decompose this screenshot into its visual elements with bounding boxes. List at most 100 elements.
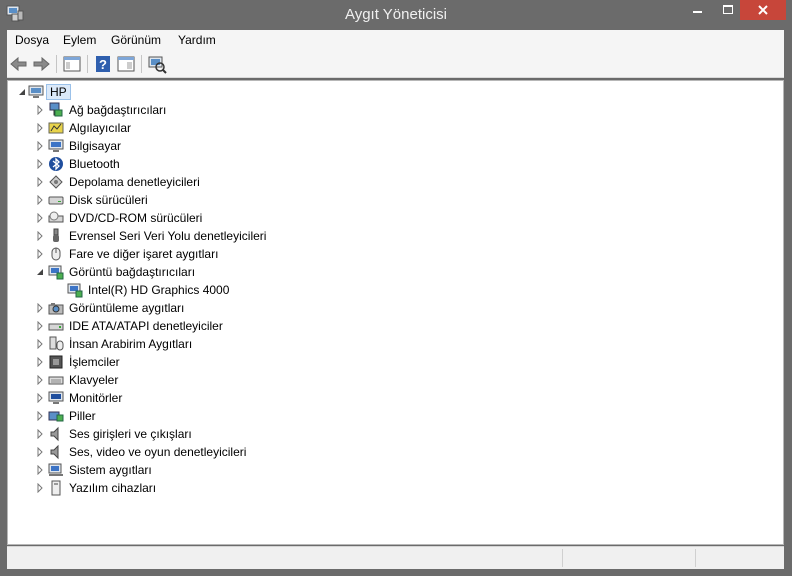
tree-item[interactable]: İnsan Arabirim Aygıtları bbox=[8, 335, 768, 353]
tree-item[interactable]: Disk sürücüleri bbox=[8, 191, 768, 209]
expand-triangle-icon[interactable] bbox=[35, 123, 45, 133]
system-device-icon bbox=[48, 463, 63, 476]
tree-item[interactable]: Yazılım cihazları bbox=[8, 479, 768, 497]
tree-item[interactable]: Fare ve diğer işaret aygıtları bbox=[8, 245, 768, 263]
expand-triangle-icon[interactable] bbox=[35, 321, 45, 331]
expand-triangle-icon[interactable] bbox=[35, 159, 45, 169]
tree-item-label[interactable]: Disk sürücüleri bbox=[69, 193, 148, 207]
tree-root-row[interactable]: HP bbox=[8, 83, 768, 101]
tree-item[interactable]: Piller bbox=[8, 407, 768, 425]
menu-gorunum[interactable]: Görünüm bbox=[111, 33, 161, 47]
tree-item[interactable]: Görüntü bağdaştırıcıları bbox=[8, 263, 768, 281]
expand-triangle-icon[interactable] bbox=[35, 105, 45, 115]
expand-triangle-icon[interactable] bbox=[35, 375, 45, 385]
minimize-button[interactable] bbox=[680, 0, 716, 20]
tree-item[interactable]: IDE ATA/ATAPI denetleyiciler bbox=[8, 317, 768, 335]
expand-triangle-icon[interactable] bbox=[35, 465, 45, 475]
tree-item-label[interactable]: Evrensel Seri Veri Yolu denetleyicileri bbox=[69, 229, 266, 243]
title-bar[interactable]: Aygıt Yöneticisi bbox=[0, 0, 792, 30]
expand-triangle-icon[interactable] bbox=[35, 249, 45, 259]
toolbar-separator bbox=[56, 55, 57, 73]
maximize-icon bbox=[723, 5, 733, 14]
toolbar: ? bbox=[7, 50, 784, 78]
tree-item[interactable]: Ses girişleri ve çıkışları bbox=[8, 425, 768, 443]
svg-text:?: ? bbox=[99, 57, 107, 72]
tree-root-label[interactable]: HP bbox=[46, 84, 71, 100]
tree-item-label[interactable]: Bilgisayar bbox=[69, 139, 121, 153]
tree-child-label[interactable]: Intel(R) HD Graphics 4000 bbox=[88, 283, 229, 297]
expand-triangle-icon[interactable] bbox=[35, 411, 45, 421]
scan-hardware-changes-icon[interactable] bbox=[147, 54, 167, 74]
tree-item[interactable]: Ağ bağdaştırıcıları bbox=[8, 101, 768, 119]
tree-item[interactable]: Klavyeler bbox=[8, 371, 768, 389]
expand-triangle-icon[interactable] bbox=[35, 339, 45, 349]
ide-controller-icon bbox=[48, 323, 64, 331]
usb-icon bbox=[53, 228, 59, 242]
expand-triangle-icon[interactable] bbox=[35, 231, 45, 241]
tree-item-label[interactable]: Ağ bağdaştırıcıları bbox=[69, 103, 166, 117]
tree-item[interactable]: Sistem aygıtları bbox=[8, 461, 768, 479]
tree-item[interactable]: Bilgisayar bbox=[8, 137, 768, 155]
expand-triangle-icon[interactable] bbox=[35, 483, 45, 493]
toolbar-separator bbox=[87, 55, 88, 73]
tree-item-label[interactable]: Bluetooth bbox=[69, 157, 120, 171]
toolbar-separator bbox=[141, 55, 142, 73]
tree-item-label[interactable]: Sistem aygıtları bbox=[69, 463, 152, 477]
tree-item[interactable]: Görüntüleme aygıtları bbox=[8, 299, 768, 317]
tree-child-item[interactable]: Intel(R) HD Graphics 4000 bbox=[8, 281, 768, 299]
maximize-button[interactable] bbox=[716, 0, 740, 20]
close-icon bbox=[758, 5, 768, 15]
tree-item-label[interactable]: Ses, video ve oyun denetleyicileri bbox=[69, 445, 246, 459]
tree-item-label[interactable]: İnsan Arabirim Aygıtları bbox=[69, 337, 192, 351]
show-hide-console-tree-icon[interactable] bbox=[62, 54, 82, 74]
tree-item-label[interactable]: Görüntü bağdaştırıcıları bbox=[69, 265, 195, 279]
tree-item[interactable]: Algılayıcılar bbox=[8, 119, 768, 137]
expand-triangle-icon[interactable] bbox=[35, 213, 45, 223]
menu-eylem[interactable]: Eylem bbox=[63, 33, 96, 47]
window-title: Aygıt Yöneticisi bbox=[344, 6, 447, 23]
tree-item-label[interactable]: Depolama denetleyicileri bbox=[69, 175, 200, 189]
collapse-triangle-icon[interactable] bbox=[17, 87, 27, 97]
tree-item-label[interactable]: İşlemciler bbox=[69, 355, 120, 369]
collapse-triangle-icon[interactable] bbox=[35, 267, 45, 277]
tree-item-label[interactable]: Piller bbox=[69, 409, 96, 423]
disk-drive-icon bbox=[48, 196, 64, 205]
expand-triangle-icon[interactable] bbox=[35, 357, 45, 367]
device-tree[interactable]: HP Ağ bağdaştırıcıları Algılayıcılar Bilgi… bbox=[7, 80, 784, 545]
tree-item[interactable]: İşlemciler bbox=[8, 353, 768, 371]
expand-triangle-icon[interactable] bbox=[35, 447, 45, 457]
back-arrow-icon[interactable] bbox=[9, 54, 29, 74]
close-button[interactable] bbox=[740, 0, 786, 20]
tree-item-label[interactable]: Klavyeler bbox=[69, 373, 118, 387]
expand-triangle-icon[interactable] bbox=[35, 303, 45, 313]
minimize-icon bbox=[693, 11, 702, 13]
properties-pane-icon[interactable] bbox=[116, 54, 136, 74]
network-adapter-icon bbox=[49, 102, 63, 117]
tree-item-label[interactable]: Monitörler bbox=[69, 391, 122, 405]
menu-yardim[interactable]: Yardım bbox=[178, 33, 216, 47]
tree-item-label[interactable]: IDE ATA/ATAPI denetleyiciler bbox=[69, 319, 223, 333]
expand-triangle-icon[interactable] bbox=[35, 141, 45, 151]
tree-item-label[interactable]: Fare ve diğer işaret aygıtları bbox=[69, 247, 218, 261]
expand-triangle-icon[interactable] bbox=[35, 177, 45, 187]
tree-item[interactable]: Bluetooth bbox=[8, 155, 768, 173]
tree-item-label[interactable]: Görüntüleme aygıtları bbox=[69, 301, 184, 315]
menu-dosya[interactable]: Dosya bbox=[15, 33, 49, 47]
tree-item-label[interactable]: Ses girişleri ve çıkışları bbox=[69, 427, 192, 441]
tree-item[interactable]: Ses, video ve oyun denetleyicileri bbox=[8, 443, 768, 461]
expand-triangle-icon[interactable] bbox=[35, 429, 45, 439]
forward-arrow-icon[interactable] bbox=[31, 54, 51, 74]
tree-item[interactable]: Monitörler bbox=[8, 389, 768, 407]
expand-triangle-icon[interactable] bbox=[35, 393, 45, 403]
display-adapter-icon bbox=[48, 265, 64, 280]
expand-triangle-icon[interactable] bbox=[35, 195, 45, 205]
status-pane-divider bbox=[695, 549, 696, 567]
tree-item-label[interactable]: Yazılım cihazları bbox=[69, 481, 156, 495]
tree-item-label[interactable]: DVD/CD-ROM sürücüleri bbox=[69, 211, 202, 225]
tree-item[interactable]: DVD/CD-ROM sürücüleri bbox=[8, 209, 768, 227]
tree-item[interactable]: Depolama denetleyicileri bbox=[8, 173, 768, 191]
menu-bar: Dosya Eylem Görünüm Yardım bbox=[7, 30, 784, 50]
help-icon[interactable]: ? bbox=[93, 54, 113, 74]
tree-item-label[interactable]: Algılayıcılar bbox=[69, 121, 131, 135]
tree-item[interactable]: Evrensel Seri Veri Yolu denetleyicileri bbox=[8, 227, 768, 245]
